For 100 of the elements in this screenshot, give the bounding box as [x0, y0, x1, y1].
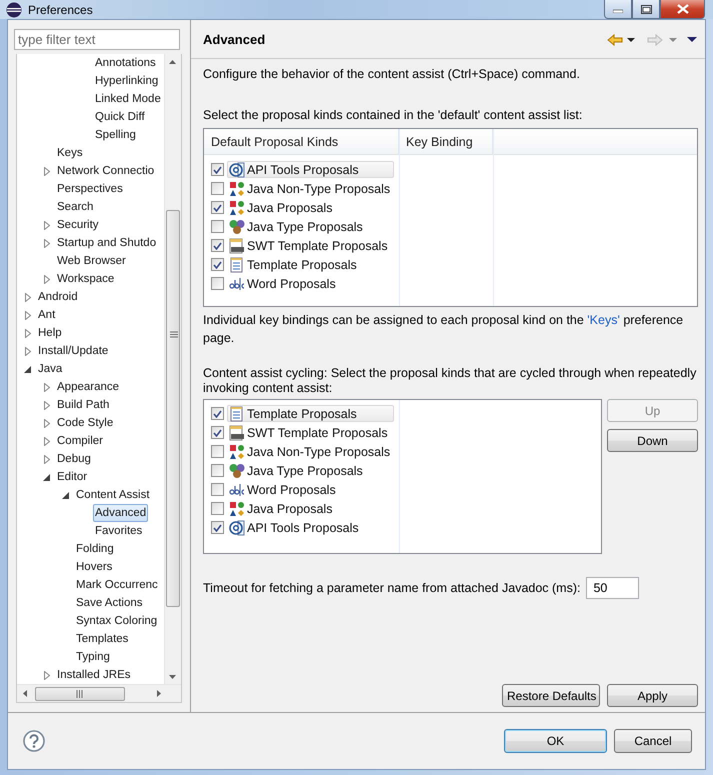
tree-item[interactable]: Linked Mode	[93, 90, 163, 108]
scroll-left-icon	[23, 690, 27, 697]
tree-item[interactable]: Build Path	[55, 396, 112, 414]
tree-item[interactable]: Security	[55, 216, 101, 234]
tree-item[interactable]: Advanced	[93, 504, 148, 522]
tree-item[interactable]: Favorites	[93, 522, 144, 540]
proposal-item[interactable]: API Tools Proposals	[227, 161, 394, 178]
tree-item[interactable]: Appearance	[55, 378, 122, 396]
tree-item[interactable]: Android	[36, 288, 80, 306]
checkbox[interactable]	[211, 258, 224, 271]
minimize-button[interactable]	[604, 0, 632, 19]
expanded-arrow-icon[interactable]	[24, 366, 31, 373]
proposal-item[interactable]: Java Non-Type Proposals	[227, 180, 394, 197]
tree-item[interactable]: Startup and Shutdo	[55, 234, 158, 252]
proposal-item[interactable]: Java Non-Type Proposals	[227, 443, 394, 460]
collapsed-arrow-icon[interactable]	[44, 167, 50, 176]
checkbox[interactable]	[211, 201, 224, 214]
tree-item[interactable]: Annotations	[93, 54, 158, 72]
collapsed-arrow-icon[interactable]	[44, 401, 50, 410]
vertical-scrollbar[interactable]	[164, 54, 181, 685]
tree-item[interactable]: Content Assist	[74, 486, 152, 504]
collapsed-arrow-icon[interactable]	[44, 275, 50, 284]
collapsed-arrow-icon[interactable]	[44, 221, 50, 230]
tree-item[interactable]: Editor	[55, 468, 90, 486]
proposal-item[interactable]: Template Proposals	[227, 405, 394, 422]
checkbox[interactable]	[211, 163, 224, 176]
tree-item[interactable]: Hyperlinking	[93, 72, 160, 90]
proposal-item[interactable]: Word Proposals	[227, 481, 394, 498]
collapsed-arrow-icon[interactable]	[25, 311, 31, 320]
tree-item[interactable]: Install/Update	[36, 342, 110, 360]
move-button[interactable]: Down	[607, 429, 698, 452]
tree-item[interactable]: Web Browser	[55, 252, 128, 270]
tree-item[interactable]: Folding	[74, 540, 116, 558]
tree-item[interactable]: Templates	[74, 630, 130, 648]
tree-item[interactable]: Mark Occurrenc	[74, 576, 160, 594]
checkbox[interactable]	[211, 277, 224, 290]
back-arrow-icon[interactable]	[607, 34, 623, 46]
tree-item[interactable]: Search	[55, 198, 96, 216]
maximize-button[interactable]	[632, 0, 660, 19]
tree-item[interactable]: Ant	[36, 306, 58, 324]
tree-item[interactable]: Save Actions	[74, 594, 144, 612]
proposal-label: API Tools Proposals	[247, 162, 359, 176]
tree-item[interactable]: Quick Diff	[93, 108, 147, 126]
page-button[interactable]: Apply	[607, 684, 698, 707]
dialog-button[interactable]: Cancel	[614, 728, 692, 752]
tree-item[interactable]: Debug	[55, 450, 93, 468]
checkbox[interactable]	[211, 445, 224, 458]
dialog-button[interactable]: OK	[504, 728, 607, 752]
tree-item[interactable]: Keys	[55, 144, 85, 162]
tree-item[interactable]: Workspace	[55, 270, 116, 288]
timeout-field[interactable]: 50	[586, 577, 640, 599]
checkbox[interactable]	[211, 464, 224, 477]
collapsed-arrow-icon[interactable]	[44, 671, 50, 680]
checkbox[interactable]	[211, 521, 224, 534]
expanded-arrow-icon[interactable]	[43, 474, 50, 481]
filter-field[interactable]: type filter text	[14, 29, 180, 50]
proposal-item[interactable]: Java Proposals	[227, 500, 394, 517]
checkbox[interactable]	[211, 220, 224, 233]
proposal-item[interactable]: Word Proposals	[227, 275, 394, 292]
document-icon	[229, 256, 245, 272]
proposal-item[interactable]: SWT Template Proposals	[227, 424, 394, 441]
tree-item[interactable]: Typing	[74, 648, 112, 666]
close-button[interactable]	[660, 0, 705, 19]
column-header[interactable]: Default Proposal Kinds	[204, 129, 399, 154]
proposal-item[interactable]: SWT Template Proposals	[227, 237, 394, 254]
tree-item[interactable]: Compiler	[55, 432, 106, 450]
collapsed-arrow-icon[interactable]	[44, 419, 50, 428]
proposal-item[interactable]: API Tools Proposals	[227, 519, 394, 536]
checkmark-icon	[213, 410, 222, 418]
tree-item[interactable]: Hovers	[74, 558, 114, 576]
tree-item[interactable]: Spelling	[93, 126, 138, 144]
collapsed-arrow-icon[interactable]	[44, 383, 50, 392]
tree-item[interactable]: Help	[36, 324, 64, 342]
tree-item[interactable]: Installed JREs	[55, 666, 133, 684]
collapsed-arrow-icon[interactable]	[25, 347, 31, 356]
checkbox[interactable]	[211, 483, 224, 496]
collapsed-arrow-icon[interactable]	[44, 455, 50, 464]
checkbox[interactable]	[211, 502, 224, 515]
page-button[interactable]: Restore Defaults	[502, 684, 600, 707]
proposal-item[interactable]: Template Proposals	[227, 256, 394, 273]
expanded-arrow-icon[interactable]	[62, 492, 69, 499]
tree-item[interactable]: Syntax Coloring	[74, 612, 160, 630]
tree-item[interactable]: Code Style	[55, 414, 116, 432]
proposal-item[interactable]: Java Type Proposals	[227, 218, 394, 235]
checkbox[interactable]	[211, 426, 224, 439]
checkbox[interactable]	[211, 239, 224, 252]
horizontal-scrollbar[interactable]	[17, 684, 181, 702]
keys-link[interactable]: 'Keys'	[587, 313, 620, 327]
proposal-item[interactable]: Java Type Proposals	[227, 462, 394, 479]
checkbox[interactable]	[211, 407, 224, 420]
tree-item[interactable]: Network Connectio	[55, 162, 156, 180]
collapsed-arrow-icon[interactable]	[44, 239, 50, 248]
collapsed-arrow-icon[interactable]	[44, 437, 50, 446]
tree-item[interactable]: Java	[36, 360, 64, 378]
proposal-item[interactable]: Java Proposals	[227, 199, 394, 216]
column-header[interactable]: Key Binding	[399, 129, 493, 154]
tree-item[interactable]: Perspectives	[55, 180, 125, 198]
collapsed-arrow-icon[interactable]	[25, 329, 31, 338]
collapsed-arrow-icon[interactable]	[25, 293, 31, 302]
checkbox[interactable]	[211, 182, 224, 195]
